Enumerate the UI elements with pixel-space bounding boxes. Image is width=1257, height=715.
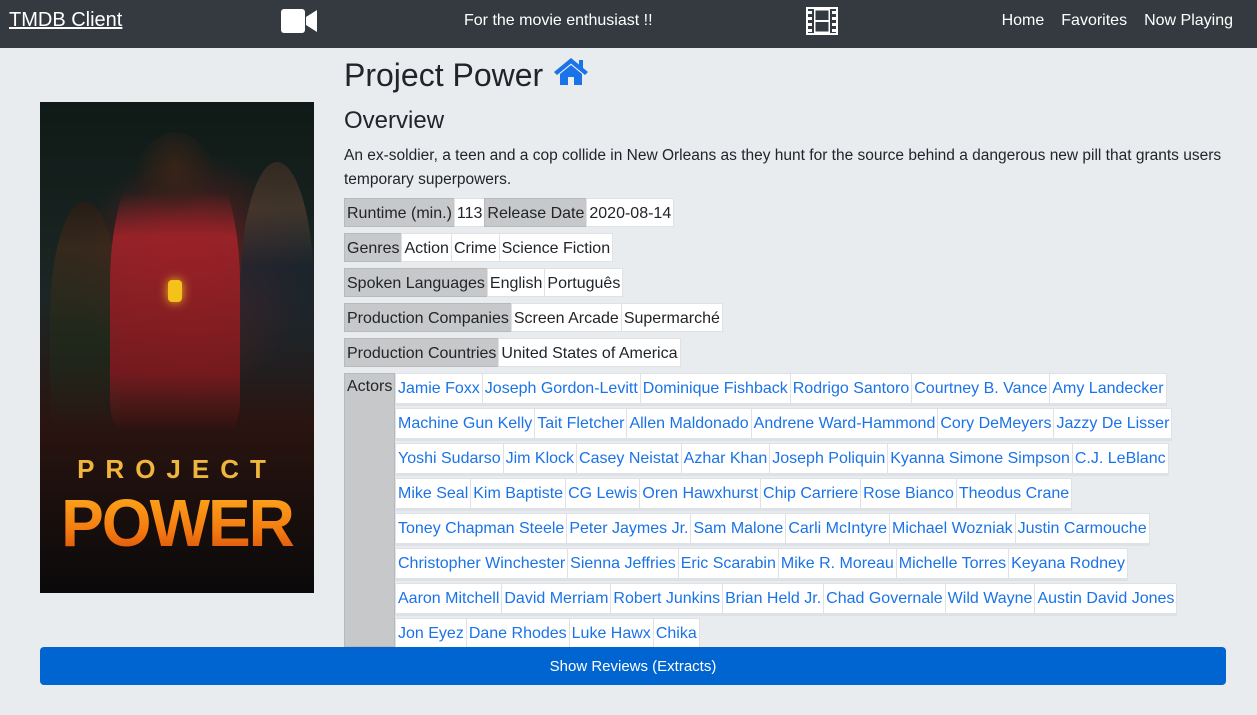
languages-row: Spoken Languages English Português — [344, 268, 624, 297]
genre-chip: Science Fiction — [498, 233, 614, 262]
actor-link[interactable]: Courtney B. Vance — [911, 373, 1051, 406]
actor-link[interactable]: Mike R. Moreau — [777, 548, 897, 581]
actor-link[interactable]: Austin David Jones — [1034, 583, 1178, 616]
movie-title: Project Power — [344, 56, 544, 93]
overview-text: An ex-soldier, a teen and a cop collide … — [344, 147, 1222, 188]
runtime-label: Runtime (min.) — [344, 198, 455, 227]
company-chip: Supermarché — [620, 303, 723, 332]
actor-link[interactable]: Wild Wayne — [944, 583, 1036, 616]
genres-label: Genres — [344, 233, 403, 262]
overview-heading: Overview — [344, 107, 445, 134]
actors-label: Actors — [344, 373, 395, 647]
release-date-value: 2020-08-14 — [586, 198, 675, 227]
actor-link[interactable]: Eric Scarabin — [677, 548, 779, 581]
actor-link[interactable]: Jim Klock — [502, 443, 578, 476]
actor-link[interactable]: Oren Hawxhurst — [639, 478, 762, 511]
nav-home[interactable]: Home — [1002, 12, 1045, 30]
actor-link[interactable]: Joseph Poliquin — [769, 443, 889, 476]
video-camera-icon — [281, 8, 317, 39]
genre-chip: Action — [401, 233, 452, 262]
movie-title-heading: Project Power — [344, 56, 589, 94]
actor-link[interactable]: Kyanna Simone Simpson — [887, 443, 1073, 476]
actor-link[interactable]: Justin Carmouche — [1014, 513, 1150, 546]
actor-link[interactable]: Azhar Khan — [680, 443, 771, 476]
actor-link[interactable]: Amy Landecker — [1049, 373, 1167, 406]
actor-link[interactable]: Allen Maldonado — [626, 408, 752, 441]
nav-favorites[interactable]: Favorites — [1061, 12, 1127, 30]
language-chip: Português — [544, 268, 624, 297]
company-chip: Screen Arcade — [510, 303, 622, 332]
countries-row: Production Countries United States of Am… — [344, 338, 681, 367]
actor-link[interactable]: Tait Fletcher — [534, 408, 628, 441]
actor-link[interactable]: Sienna Jeffries — [567, 548, 679, 581]
runtime-row: Runtime (min.) 113 Release Date 2020-08-… — [344, 198, 675, 227]
runtime-value: 113 — [453, 198, 486, 227]
home-icon[interactable] — [553, 56, 589, 94]
navbar: TMDB Client For the movie enthusiast !! … — [0, 0, 1257, 48]
companies-label: Production Companies — [344, 303, 512, 332]
actor-link[interactable]: Jazzy De Lisser — [1053, 408, 1173, 441]
actor-link[interactable]: Robert Junkins — [610, 583, 724, 616]
release-date-label: Release Date — [484, 198, 588, 227]
actor-link[interactable]: Brian Held Jr. — [722, 583, 825, 616]
actor-link[interactable]: Keyana Rodney — [1008, 548, 1128, 581]
actor-link[interactable]: CG Lewis — [565, 478, 641, 511]
brand-link[interactable]: TMDB Client — [9, 9, 122, 32]
actor-link[interactable]: C.J. LeBlanc — [1071, 443, 1169, 476]
actor-link[interactable]: Michelle Torres — [895, 548, 1010, 581]
film-icon — [806, 7, 838, 40]
actor-link[interactable]: Kim Baptiste — [470, 478, 567, 511]
poster-pill — [168, 280, 182, 302]
languages-label: Spoken Languages — [344, 268, 488, 297]
tagline: For the movie enthusiast !! — [464, 12, 653, 29]
actor-link[interactable]: David Merriam — [501, 583, 612, 616]
country-chip: United States of America — [498, 338, 681, 367]
actor-link[interactable]: Sam Malone — [690, 513, 787, 546]
actor-link[interactable]: Dominique Fishback — [639, 373, 791, 406]
actor-link[interactable]: Jamie Foxx — [395, 373, 483, 406]
poster-figure-right — [240, 162, 314, 422]
companies-row: Production Companies Screen Arcade Super… — [344, 303, 723, 332]
actor-link[interactable]: Aaron Mitchell — [395, 583, 503, 616]
actor-link[interactable]: Rodrigo Santoro — [789, 373, 913, 406]
countries-label: Production Countries — [344, 338, 500, 367]
actor-link[interactable]: Mike Seal — [395, 478, 472, 511]
actor-link[interactable]: Toney Chapman Steele — [395, 513, 568, 546]
movie-poster: PROJECT POWER — [40, 102, 314, 593]
actor-link[interactable]: Machine Gun Kelly — [395, 408, 536, 441]
poster-title-bottom: POWER — [40, 484, 314, 562]
actor-link[interactable]: Andrene Ward-Hammond — [750, 408, 939, 441]
poster-title-top: PROJECT — [77, 454, 277, 484]
actor-link[interactable]: Joseph Gordon-Levitt — [481, 373, 641, 406]
actor-link[interactable]: Christopher Winchester — [395, 548, 569, 581]
show-reviews-button[interactable]: Show Reviews (Extracts) — [40, 647, 1226, 685]
actor-link[interactable]: Chip Carriere — [760, 478, 862, 511]
actor-link[interactable]: Rose Bianco — [860, 478, 957, 511]
genre-chip: Crime — [450, 233, 500, 262]
actor-link[interactable]: Yoshi Sudarso — [395, 443, 504, 476]
actor-link[interactable]: Casey Neistat — [576, 443, 682, 476]
actor-link[interactable]: Peter Jaymes Jr. — [566, 513, 692, 546]
actor-link[interactable]: Theodus Crane — [955, 478, 1073, 511]
actors-list: Jamie Foxx Joseph Gordon-Levitt Dominique … — [395, 373, 1225, 653]
actor-link[interactable]: Carli McIntyre — [785, 513, 890, 546]
genres-row: Genres Action Crime Science Fiction — [344, 233, 614, 262]
nav-now-playing[interactable]: Now Playing — [1144, 12, 1233, 30]
actor-link[interactable]: Chad Governale — [823, 583, 946, 616]
nav-links: Home Favorites Now Playing — [1002, 12, 1233, 30]
language-chip: English — [486, 268, 546, 297]
actor-link[interactable]: Cory DeMeyers — [937, 408, 1055, 441]
actor-link[interactable]: Michael Wozniak — [889, 513, 1016, 546]
